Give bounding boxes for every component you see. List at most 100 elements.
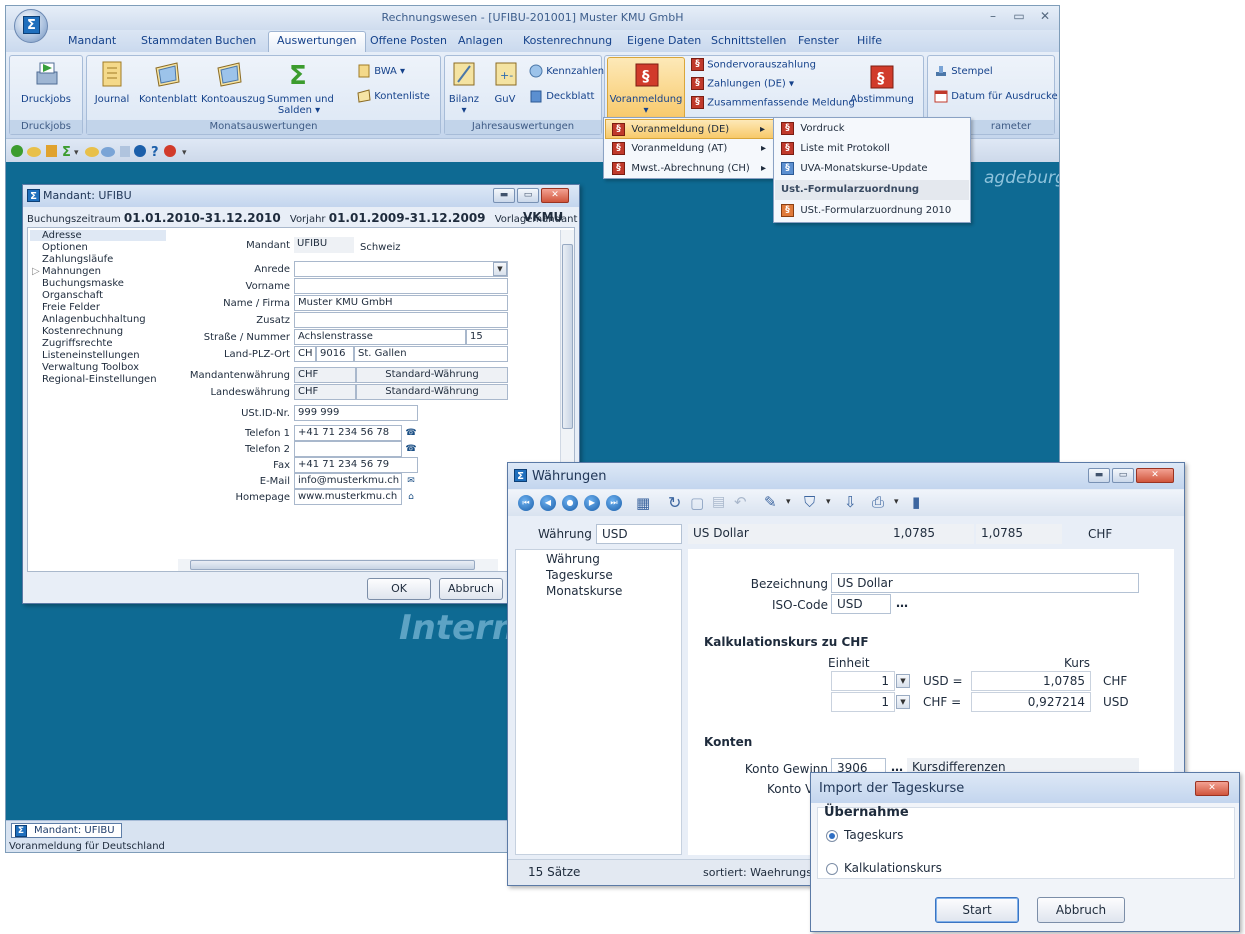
close-icon[interactable]: ✕ (1034, 9, 1056, 25)
taskbar-item-mandant[interactable]: Σ Mandant: UFIBU (11, 823, 122, 838)
hausnummer-field[interactable]: 15 (466, 329, 508, 345)
telefon1-field[interactable]: +41 71 234 56 78 (294, 425, 402, 441)
menu-item-voranmeldung-de[interactable]: § Voranmeldung (DE) ▸ (605, 119, 774, 139)
minimize-button[interactable]: ▬ (1088, 468, 1110, 483)
sondervorauszahlung-button[interactable]: § Sondervorauszahlung (691, 58, 816, 71)
start-button[interactable]: Start (935, 897, 1019, 923)
telefon2-field[interactable] (294, 441, 402, 457)
nav-item-anlagenbuchhaltung[interactable]: Anlagenbuchhaltung (42, 314, 146, 325)
menu-item-uva-update[interactable]: § UVA-Monatskurse-Update (775, 159, 969, 179)
tab-eigene-daten[interactable]: Eigene Daten (627, 34, 701, 47)
nav-item-adresse[interactable]: Adresse (30, 230, 166, 241)
plz-field[interactable]: 9016 (316, 346, 354, 362)
menu-item-formularzuordnung-2010[interactable]: § USt.-Formularzuordnung 2010 (775, 201, 969, 221)
zusammenfassende-meldung-button[interactable]: § Zusammenfassende Meldung (691, 96, 855, 109)
new-record-icon[interactable]: ▢ (690, 494, 704, 512)
chevron-down-icon[interactable]: ▾ (786, 497, 791, 507)
phone-icon[interactable]: ☎ (404, 442, 418, 456)
nav-item-monatskurse[interactable]: Monatskurse (546, 584, 622, 598)
horizontal-scrollbar-thumb[interactable] (190, 560, 475, 570)
menu-item-voranmeldung-at[interactable]: § Voranmeldung (AT) ▸ (605, 139, 774, 159)
app-orb-button[interactable]: Σ (14, 9, 48, 43)
row1-kurs-field[interactable]: 1,0785 (971, 671, 1091, 691)
abbruch-button[interactable]: Abbruch (1037, 897, 1125, 923)
deckblatt-button[interactable]: Deckblatt (529, 89, 594, 103)
bilanz-button[interactable]: Bilanz ▾ (445, 94, 483, 116)
tab-mandant[interactable]: Mandant (68, 34, 116, 47)
strasse-field[interactable]: Achslenstrasse (294, 329, 466, 345)
export-icon[interactable]: ⇩ (844, 493, 857, 511)
minimize-icon[interactable]: – (982, 9, 1004, 25)
bwa-button[interactable]: BWA ▾ (357, 64, 405, 78)
email-field[interactable]: info@musterkmu.ch (294, 473, 402, 489)
mail-icon[interactable]: ✉ (404, 474, 418, 488)
nav-item-zugriffsrechte[interactable]: Zugriffsrechte (42, 338, 112, 349)
minimize-button[interactable]: ▬ (493, 188, 515, 203)
zusatz-field[interactable] (294, 312, 508, 328)
zahlungen-button[interactable]: § Zahlungen (DE) ▾ (691, 77, 794, 90)
chevron-down-icon[interactable]: ▾ (894, 497, 899, 507)
maximize-icon[interactable]: ▭ (1008, 9, 1030, 25)
nav-item-kostenrechnung[interactable]: Kostenrechnung (42, 326, 123, 337)
abstimmung-button[interactable]: Abstimmung (849, 94, 915, 105)
row2-units[interactable]: 1 (831, 692, 895, 712)
close-button[interactable]: ✕ (1136, 468, 1174, 483)
row1-units[interactable]: 1 (831, 671, 895, 691)
journal-button[interactable]: Journal (87, 94, 137, 105)
row1-units-dropdown-icon[interactable]: ▼ (896, 674, 910, 688)
nav-item-waehrung[interactable]: Währung (546, 552, 600, 566)
guv-button[interactable]: GuV (485, 94, 525, 105)
maximize-button[interactable]: ▭ (517, 188, 539, 203)
tab-buchen[interactable]: Buchen (215, 34, 256, 47)
iso-code-field[interactable]: USD (831, 594, 891, 614)
kalkulationskurs-radio[interactable] (826, 863, 838, 875)
tab-hilfe[interactable]: Hilfe (857, 34, 882, 47)
mandantenwaehrung-field[interactable]: CHF (294, 367, 356, 383)
nav-item-organschaft[interactable]: Organschaft (42, 290, 103, 301)
phone-icon[interactable]: ☎ (404, 426, 418, 440)
row2-kurs-field[interactable]: 0,927214 (971, 692, 1091, 712)
menu-item-mwst-ch[interactable]: § Mwst.-Abrechnung (CH) ▸ (605, 159, 774, 179)
tab-auswertungen[interactable]: Auswertungen (268, 31, 366, 53)
tab-stammdaten[interactable]: Stammdaten (141, 34, 212, 47)
close-button[interactable]: ✕ (541, 188, 569, 203)
voranmeldung-button[interactable]: § Voranmeldung ▾ (607, 57, 685, 120)
tab-schnittstellen[interactable]: Schnittstellen (711, 34, 786, 47)
tab-fenster[interactable]: Fenster (798, 34, 839, 47)
menu-item-liste-protokoll[interactable]: § Liste mit Protokoll (775, 139, 969, 159)
iso-lookup-button[interactable]: … (892, 596, 912, 614)
ustid-field[interactable]: 999 999 (294, 405, 418, 421)
tab-anlagen[interactable]: Anlagen (458, 34, 503, 47)
kontoauszug-button[interactable]: Kontoauszug (201, 94, 265, 105)
nav-item-buchungsmaske[interactable]: Buchungsmaske (42, 278, 124, 289)
abbruch-button[interactable]: Abbruch (439, 578, 503, 600)
undo-icon[interactable]: ↶ (734, 493, 747, 511)
next-record-icon[interactable]: ▶ (584, 495, 600, 511)
stop-icon[interactable]: ● (562, 495, 578, 511)
stempel-button[interactable]: Stempel (934, 64, 993, 78)
summen-salden-button[interactable]: Summen und Salden ▾ (267, 94, 334, 116)
first-record-icon[interactable]: ⏮ (518, 495, 534, 511)
grid-view-icon[interactable]: ▦ (636, 494, 650, 512)
anrede-dropdown-icon[interactable]: ▼ (493, 262, 507, 276)
save-icon[interactable]: ▤ (712, 494, 725, 510)
row2-units-dropdown-icon[interactable]: ▼ (896, 695, 910, 709)
nav-item-verwaltung-toolbox[interactable]: Verwaltung Toolbox (42, 362, 139, 373)
vorname-field[interactable] (294, 278, 508, 294)
search-icon[interactable]: ✎ (764, 493, 777, 511)
tab-offene-posten[interactable]: Offene Posten (370, 34, 447, 47)
kontenliste-button[interactable]: Kontenliste (357, 89, 430, 103)
nav-item-mahnungen[interactable]: Mahnungen (42, 266, 101, 277)
nav-item-zahlungslaeufe[interactable]: Zahlungsläufe (42, 254, 113, 265)
expand-arrow-icon[interactable]: ▷ (32, 266, 40, 277)
vertical-scrollbar-thumb[interactable] (562, 244, 573, 429)
homepage-field[interactable]: www.musterkmu.ch (294, 489, 402, 505)
druckjobs-button[interactable]: Druckjobs (10, 94, 82, 105)
home-icon[interactable]: ⌂ (404, 490, 418, 504)
nav-item-optionen[interactable]: Optionen (42, 242, 88, 253)
name-field[interactable]: Muster KMU GmbH (294, 295, 508, 311)
anrede-select[interactable] (294, 261, 508, 277)
chevron-down-icon[interactable]: ▾ (826, 497, 831, 507)
book-icon[interactable]: ▮ (912, 493, 920, 511)
nav-item-listeneinstellungen[interactable]: Listeneinstellungen (42, 350, 140, 361)
